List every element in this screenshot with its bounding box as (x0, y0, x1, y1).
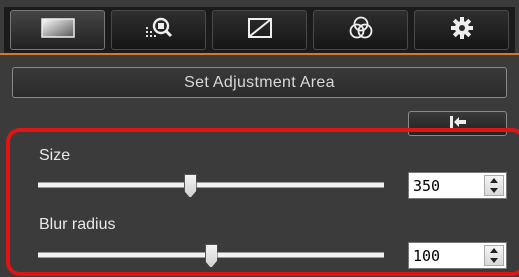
up-arrow-icon[interactable] (490, 178, 498, 184)
size-stepper[interactable] (484, 175, 504, 196)
size-label: Size (39, 147, 71, 164)
magnifier-icon (144, 15, 174, 46)
down-arrow-icon[interactable] (490, 257, 498, 263)
size-spinbox[interactable]: 350 (408, 172, 507, 199)
tool-tab-bar (4, 7, 515, 54)
size-slider-thumb[interactable] (183, 174, 197, 198)
accent-divider (0, 53, 519, 55)
tab-settings[interactable] (414, 10, 509, 50)
gear-icon (450, 16, 474, 45)
reset-icon (448, 115, 468, 133)
tab-tone-curve[interactable] (212, 10, 307, 50)
reset-button[interactable] (408, 111, 507, 136)
up-arrow-icon[interactable] (490, 248, 498, 254)
blur-radius-slider-thumb[interactable] (204, 244, 218, 268)
blur-radius-spinbox[interactable]: 100 (408, 242, 507, 269)
tab-image[interactable] (10, 10, 105, 50)
size-value-input[interactable]: 350 (413, 177, 481, 196)
tab-color[interactable] (313, 10, 408, 50)
set-adjustment-area-label: Set Adjustment Area (184, 73, 335, 91)
adjustment-panel: Set Adjustment Area Size 350 Blur radius… (0, 0, 519, 277)
image-icon (40, 17, 75, 43)
size-slider-track[interactable] (38, 182, 384, 188)
blur-radius-label: Blur radius (39, 216, 116, 233)
tab-inspect[interactable] (111, 10, 206, 50)
blur-radius-value-input[interactable]: 100 (413, 247, 481, 266)
set-adjustment-area-button[interactable]: Set Adjustment Area (12, 67, 507, 98)
color-circles-icon (348, 15, 374, 46)
blur-radius-stepper[interactable] (484, 245, 504, 266)
down-arrow-icon[interactable] (490, 187, 498, 193)
tone-curve-icon (247, 17, 273, 44)
